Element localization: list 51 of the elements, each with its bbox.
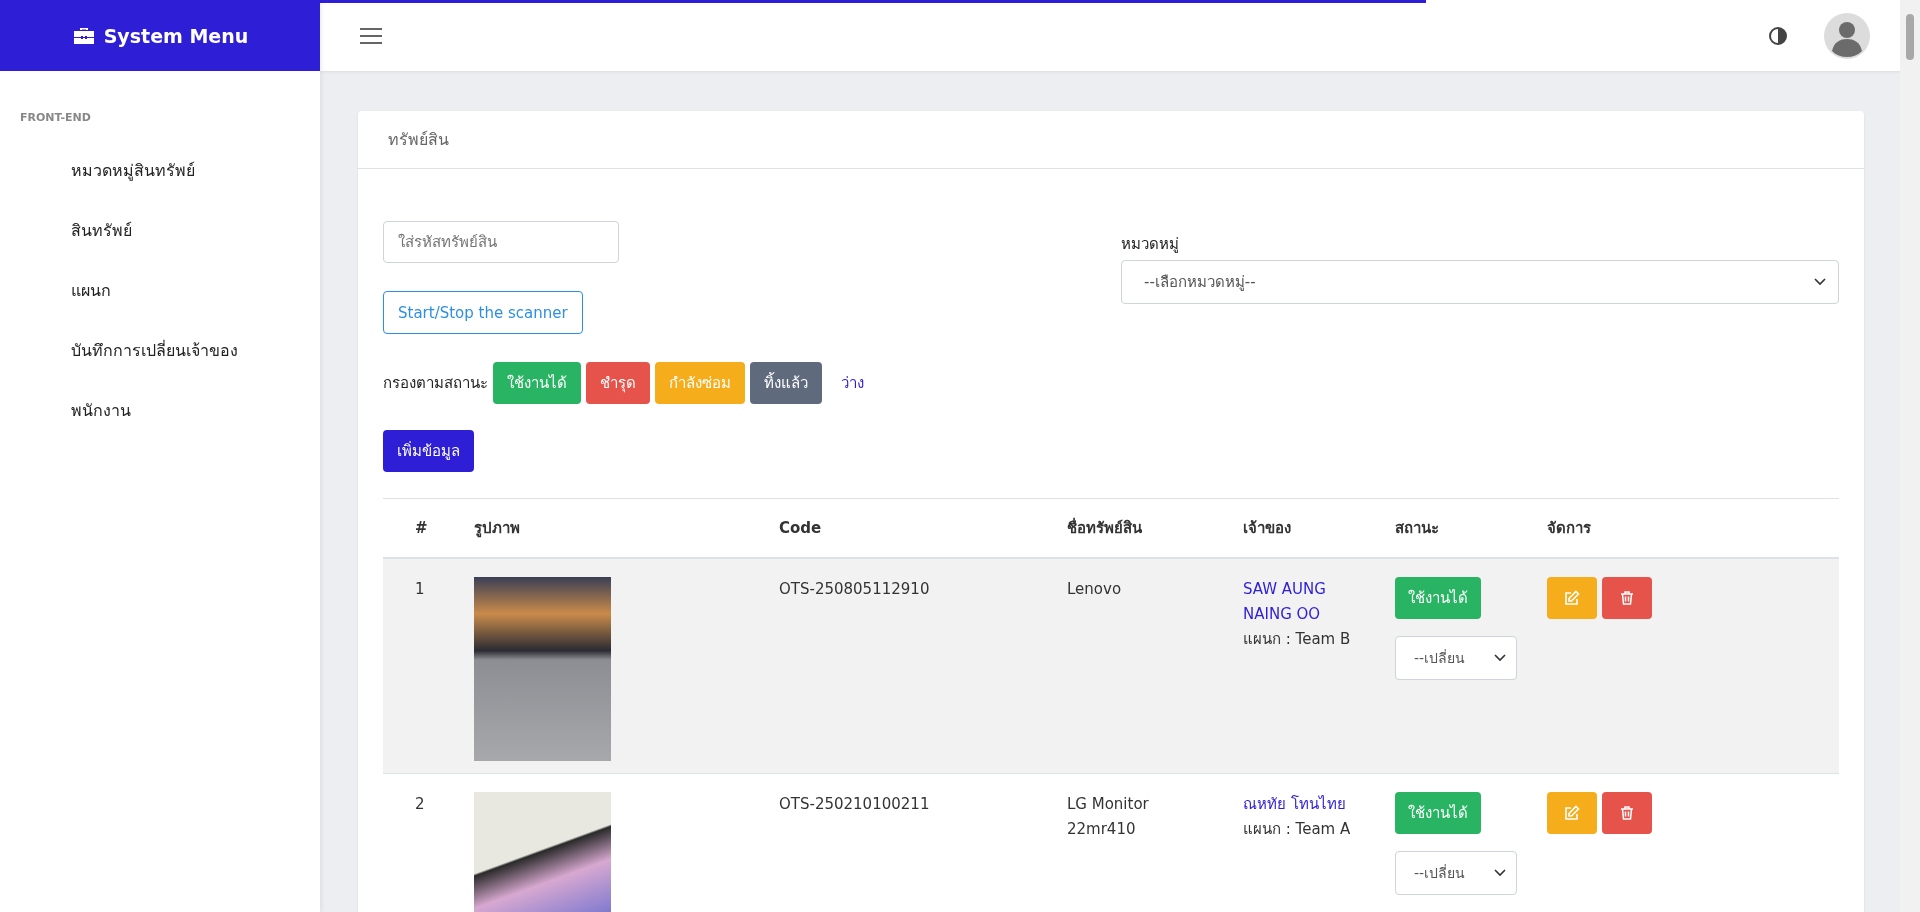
chevron-icon	[1814, 278, 1826, 286]
contrast-icon[interactable]	[1768, 25, 1788, 46]
delete-button[interactable]	[1602, 792, 1652, 834]
asset-code: OTS-250805112910	[779, 580, 930, 598]
toolbox-icon	[71, 25, 96, 46]
delete-button[interactable]	[1602, 577, 1652, 619]
scrollbar[interactable]	[1900, 0, 1920, 912]
column-header: เจ้าของ	[1243, 518, 1292, 539]
search-field[interactable]: ใส่รหัสทรัพย์สิน	[383, 221, 619, 263]
status-filter-link[interactable]: ว่าง	[841, 371, 864, 395]
edit-button[interactable]	[1547, 577, 1597, 619]
sidebar-item[interactable]: สินทรัพย์	[0, 216, 320, 276]
column-header: Code	[779, 519, 823, 537]
sidebar-item[interactable]: แผนก	[0, 276, 320, 336]
owner-link[interactable]: SAW AUNG NAING OO	[1243, 577, 1358, 627]
asset-name: LG Monitor 22mr410	[1067, 794, 1150, 840]
card-title: ทรัพย์สิน	[358, 111, 1864, 169]
edit-button[interactable]	[1547, 792, 1597, 834]
column-header: ชื่อทรัพย์สิน	[1067, 516, 1143, 539]
status-change-dropdown[interactable]: --เปลี่ยน	[1395, 636, 1517, 680]
sidebar-title: System Menu	[103, 24, 249, 47]
column-header: #	[414, 519, 429, 537]
sidebar-item[interactable]: พนักงาน	[0, 396, 320, 456]
row-number: 2	[415, 795, 425, 813]
chevron-icon	[1494, 654, 1506, 662]
filter-label: กรองตามสถานะ	[383, 373, 488, 394]
status-change-dropdown[interactable]: --เปลี่ยน	[1395, 851, 1517, 895]
row-number: 1	[415, 580, 425, 598]
edit-icon	[1564, 590, 1580, 606]
trash-icon	[1619, 805, 1635, 821]
edit-icon	[1564, 805, 1580, 821]
menu-icon[interactable]	[360, 27, 382, 44]
chevron-icon	[1494, 869, 1506, 877]
category-dropdown[interactable]: --เลือกหมวดหมู่--	[1121, 260, 1839, 304]
owner-link[interactable]: ณหทัย โทนไทย	[1243, 792, 1346, 817]
asset-code: OTS-250210100211	[779, 795, 930, 813]
column-header: จัดการ	[1547, 518, 1592, 539]
sidebar-item[interactable]: หมวดหมู่สินทรัพย์	[0, 156, 320, 216]
column-header: รูปภาพ	[474, 518, 521, 540]
department-text: แผนก : Team A	[1243, 819, 1351, 840]
trash-icon	[1619, 590, 1635, 606]
category-label: หมวดหมู่	[1121, 234, 1180, 255]
status-filter-button[interactable]: ทิ้งแล้ว	[750, 362, 822, 404]
column-header: สถานะ	[1395, 518, 1440, 539]
sidebar-item[interactable]: บันทึกการเปลี่ยนเจ้าของ	[0, 336, 320, 396]
add-button[interactable]: เพิ่มข้อมูล	[383, 430, 474, 472]
avatar-icon[interactable]	[1824, 12, 1870, 59]
status-filter-button[interactable]: ชำรุด	[586, 362, 650, 404]
asset-name: Lenovo	[1067, 579, 1123, 600]
department-text: แผนก : Team B	[1243, 629, 1351, 650]
section-heading: FRONT-END	[20, 111, 92, 124]
